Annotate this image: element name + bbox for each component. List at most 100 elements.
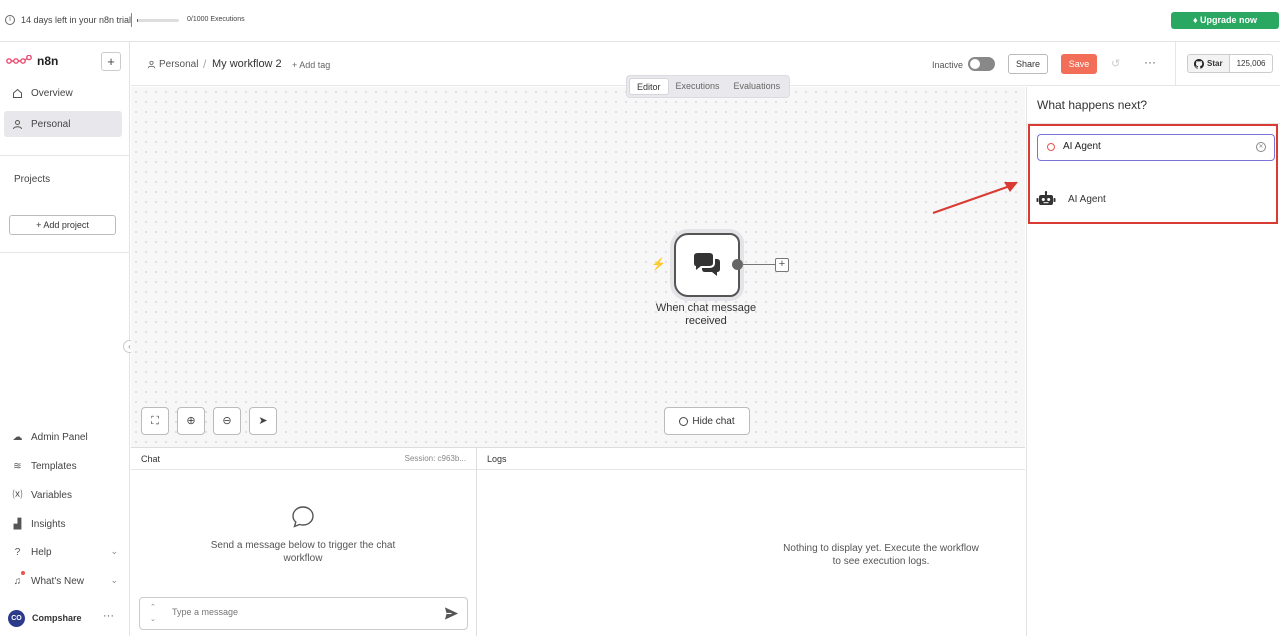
executions-progress-fill [137, 19, 139, 22]
result-label: AI Agent [1068, 193, 1106, 205]
sidebar-item-help[interactable]: ? Help ⌄ [0, 542, 118, 562]
search-result-item[interactable]: AI Agent [1035, 187, 1273, 211]
user-icon [147, 60, 156, 69]
trial-banner: i 14 days left in your n8n trial 0/1000 … [0, 0, 1280, 42]
breadcrumb-project[interactable]: Personal [147, 59, 198, 70]
header-divider [1175, 42, 1176, 86]
sidebar: n8n + Overview Personal Projects + Add p… [0, 42, 136, 636]
sidebar-divider [0, 252, 130, 253]
node-creator-title: What happens next? [1037, 98, 1148, 112]
more-options-icon[interactable]: ··· [1144, 55, 1156, 69]
zoom-in-icon: ⊕ [186, 415, 196, 427]
logo-text: n8n [37, 54, 59, 68]
breadcrumb-separator: / [203, 57, 207, 71]
node-search-box: ✕ [1037, 134, 1275, 161]
bar-chart-icon: ▟ [13, 518, 22, 530]
executions-progress [137, 19, 179, 22]
zoom-out-button[interactable]: ⊖ [213, 407, 241, 435]
expand-icon: ⛶ [151, 415, 159, 427]
chat-title: Chat [141, 454, 161, 464]
sidebar-item-label: Templates [31, 460, 77, 472]
tab-editor[interactable]: Editor [629, 78, 669, 95]
fit-view-button[interactable]: ⛶ [141, 407, 169, 435]
sidebar-item-templates[interactable]: ≋ Templates [0, 456, 118, 476]
upgrade-button[interactable]: ♦ Upgrade now [1171, 12, 1279, 29]
chat-trigger-node[interactable] [674, 233, 740, 297]
sidebar-item-personal[interactable]: Personal [4, 111, 122, 137]
clear-icon[interactable]: ✕ [1256, 142, 1266, 152]
breadcrumb-project-label: Personal [159, 59, 199, 70]
chat-logs-panel: Chat Session: c963b... Logs Send a messa… [131, 447, 1025, 636]
session-id[interactable]: Session: c963b... [405, 454, 466, 463]
panel-resize-handle[interactable] [476, 448, 477, 636]
trigger-bolt-icon: ⚡ [651, 257, 666, 271]
workflow-canvas[interactable]: Editor Executions Evaluations ⚡ + When c… [131, 75, 1025, 447]
active-toggle[interactable] [968, 57, 995, 71]
sidebar-item-whats-new[interactable]: ♫ What's New ⌄ [0, 571, 118, 591]
sidebar-item-label: Insights [31, 518, 66, 530]
active-status-label: Inactive [932, 60, 964, 70]
logs-title: Logs [487, 454, 507, 464]
share-button[interactable]: Share [1008, 54, 1048, 74]
more-icon[interactable]: ··· [103, 610, 114, 622]
logs-empty-text: Nothing to display yet. Execute the work… [783, 543, 979, 567]
tidy-up-button[interactable]: ➤ [249, 407, 277, 435]
sidebar-item-insights[interactable]: ▟ Insights [0, 514, 118, 534]
user-menu[interactable]: CO Compshare ··· [8, 608, 120, 628]
projects-label: Projects [14, 174, 51, 185]
diamond-icon: ♦ [1192, 15, 1201, 25]
toggle-knob [970, 59, 980, 69]
add-tag-link[interactable]: + Add tag [292, 60, 330, 70]
node-connector-line [742, 264, 775, 265]
user-name: Compshare [32, 613, 82, 623]
sidebar-item-overview[interactable]: Overview [4, 80, 122, 106]
new-item-button[interactable]: + [101, 52, 121, 71]
sidebar-item-variables[interactable]: ⒳ Variables [0, 485, 118, 505]
home-icon [12, 88, 23, 99]
hide-chat-button[interactable]: Hide chat [664, 407, 750, 435]
user-icon [12, 119, 23, 130]
chevron-down-icon: ⌄ [110, 546, 118, 556]
node-creator-panel: What happens next? ✕ AI Agent [1026, 87, 1280, 636]
tab-executions[interactable]: Executions [669, 78, 727, 95]
sidebar-item-label: What's New [31, 575, 85, 587]
info-icon: i [5, 15, 15, 25]
variable-icon: ⒳ [12, 489, 23, 501]
add-node-plus-icon[interactable]: + [775, 258, 789, 272]
chat-empty-text: Send a message below to trigger the chat… [210, 540, 396, 564]
logs-header: Logs [477, 448, 1025, 470]
bell-icon: ♫ [13, 575, 22, 587]
avatar: CO [8, 609, 25, 627]
cloud-icon: ☁ [12, 431, 23, 443]
help-icon: ? [14, 546, 21, 558]
sidebar-item-admin-panel[interactable]: ☁ Admin Panel [0, 427, 118, 447]
chat-header: Chat Session: c963b... [131, 448, 476, 470]
executions-text: 0/1000 Executions [187, 16, 245, 23]
github-star-left: Star [1188, 55, 1230, 72]
chat-message-input[interactable] [172, 607, 422, 617]
github-star-button[interactable]: Star 125,006 [1187, 54, 1274, 73]
github-star-count: 125,006 [1236, 59, 1266, 68]
zoom-in-button[interactable]: ⊕ [177, 407, 205, 435]
sidebar-item-label: Help [31, 546, 52, 558]
zoom-out-icon: ⊖ [222, 415, 232, 427]
tab-evaluations[interactable]: Evaluations [727, 78, 788, 95]
history-icon[interactable]: ↺ [1111, 57, 1120, 70]
n8n-logo-icon [6, 55, 32, 64]
add-project-button[interactable]: + Add project [9, 215, 116, 235]
history-arrows-icon[interactable]: ⌃ ⌄ [150, 602, 156, 626]
workflow-name[interactable]: My workflow 2 [212, 58, 282, 70]
chat-bubbles-icon [694, 253, 720, 276]
chat-icon [679, 416, 689, 426]
hide-chat-label: Hide chat [692, 415, 735, 427]
view-tabs: Editor Executions Evaluations [626, 75, 791, 98]
send-icon[interactable] [444, 606, 459, 621]
github-icon [1194, 58, 1204, 69]
n8n-logo[interactable]: n8n [6, 54, 58, 68]
chat-bubble-icon [292, 506, 314, 528]
chat-message-box: ⌃ ⌄ [139, 597, 468, 630]
github-star-label: Star [1207, 59, 1223, 68]
node-search-input[interactable] [1063, 141, 1243, 152]
sidebar-item-label: Overview [31, 87, 73, 99]
save-button[interactable]: Save [1061, 54, 1097, 74]
